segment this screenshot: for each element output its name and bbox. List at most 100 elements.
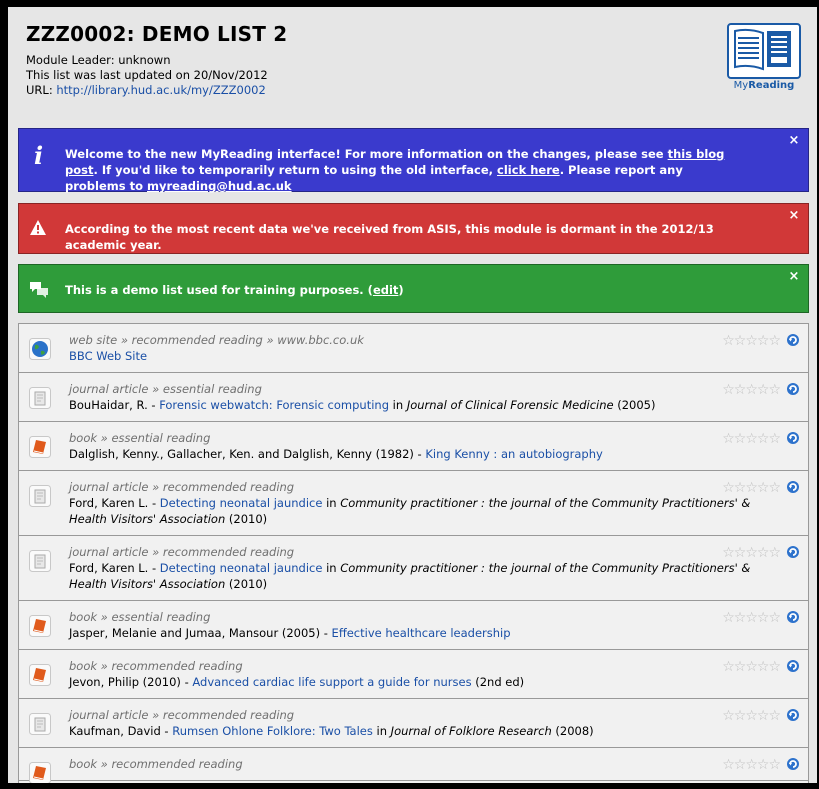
- star-icon[interactable]: ☆: [745, 481, 758, 495]
- star-icon[interactable]: ☆: [722, 481, 735, 495]
- journal-icon: [29, 387, 51, 409]
- star-rating[interactable]: ☆ ☆ ☆ ☆ ☆: [722, 758, 781, 772]
- star-icon[interactable]: ☆: [757, 383, 770, 397]
- star-icon[interactable]: ☆: [757, 546, 770, 560]
- close-icon[interactable]: ×: [788, 134, 800, 147]
- star-icon[interactable]: ☆: [757, 660, 770, 674]
- refresh-icon[interactable]: [786, 708, 800, 722]
- star-icon[interactable]: ☆: [722, 709, 735, 723]
- old-interface-link[interactable]: click here: [497, 163, 560, 177]
- star-icon[interactable]: ☆: [757, 334, 770, 348]
- myreading-logo[interactable]: MyReading: [727, 23, 801, 91]
- star-icon[interactable]: ☆: [745, 758, 758, 772]
- star-icon[interactable]: ☆: [745, 709, 758, 723]
- star-icon[interactable]: ☆: [734, 432, 747, 446]
- refresh-icon[interactable]: [786, 480, 800, 494]
- refresh-icon[interactable]: [786, 333, 800, 347]
- star-icon[interactable]: ☆: [745, 334, 758, 348]
- star-icon[interactable]: ☆: [757, 758, 770, 772]
- page-title: ZZZ0002: DEMO LIST 2: [26, 22, 288, 46]
- refresh-icon[interactable]: [786, 431, 800, 445]
- star-rating[interactable]: ☆ ☆ ☆ ☆ ☆: [722, 383, 781, 397]
- star-rating[interactable]: ☆ ☆ ☆ ☆ ☆: [722, 481, 781, 495]
- star-icon[interactable]: ☆: [768, 334, 781, 348]
- star-icon[interactable]: ☆: [745, 432, 758, 446]
- info-icon: i: [29, 141, 53, 170]
- star-icon[interactable]: ☆: [734, 758, 747, 772]
- item-category: web site » recommended reading » www.bbc…: [69, 333, 364, 347]
- refresh-icon[interactable]: [786, 610, 800, 624]
- journal-icon: [29, 550, 51, 572]
- item-title-link[interactable]: Effective healthcare leadership: [332, 626, 511, 640]
- star-icon[interactable]: ☆: [768, 611, 781, 625]
- refresh-icon[interactable]: [786, 382, 800, 396]
- edit-link[interactable]: edit: [373, 283, 398, 297]
- warning-icon: [29, 219, 47, 240]
- list-item: web site » recommended reading » www.bbc…: [19, 324, 808, 373]
- list-item: journal article » recommended reading Kau…: [19, 699, 808, 748]
- star-icon[interactable]: ☆: [734, 709, 747, 723]
- star-icon[interactable]: ☆: [745, 611, 758, 625]
- item-citation: Jasper, Melanie and Jumaa, Mansour (2005…: [69, 626, 511, 640]
- item-title-link[interactable]: King Kenny : an autobiography: [425, 447, 602, 461]
- star-icon[interactable]: ☆: [722, 660, 735, 674]
- book-icon: [29, 615, 51, 637]
- star-icon[interactable]: ☆: [722, 546, 735, 560]
- star-icon[interactable]: ☆: [768, 546, 781, 560]
- star-rating[interactable]: ☆ ☆ ☆ ☆ ☆: [722, 709, 781, 723]
- star-icon[interactable]: ☆: [722, 334, 735, 348]
- star-icon[interactable]: ☆: [768, 758, 781, 772]
- list-item: book » essential reading Jasper, Melanie …: [19, 601, 808, 650]
- item-citation: Kaufman, David - Rumsen Ohlone Folklore:…: [69, 724, 594, 738]
- refresh-icon[interactable]: [786, 757, 800, 771]
- star-icon[interactable]: ☆: [745, 383, 758, 397]
- refresh-icon[interactable]: [786, 659, 800, 673]
- item-title-link[interactable]: Forensic webwatch: Forensic computing: [159, 398, 389, 412]
- star-rating[interactable]: ☆ ☆ ☆ ☆ ☆: [722, 611, 781, 625]
- star-icon[interactable]: ☆: [757, 611, 770, 625]
- item-title-link[interactable]: Detecting neonatal jaundice: [160, 496, 323, 510]
- note-banner: This is a demo list used for training pu…: [18, 264, 809, 313]
- star-icon[interactable]: ☆: [722, 432, 735, 446]
- star-icon[interactable]: ☆: [768, 709, 781, 723]
- star-icon[interactable]: ☆: [757, 709, 770, 723]
- star-rating[interactable]: ☆ ☆ ☆ ☆ ☆: [722, 334, 781, 348]
- star-rating[interactable]: ☆ ☆ ☆ ☆ ☆: [722, 546, 781, 560]
- star-icon[interactable]: ☆: [768, 481, 781, 495]
- star-icon[interactable]: ☆: [734, 383, 747, 397]
- email-link[interactable]: myreading@hud.ac.uk: [147, 179, 292, 193]
- star-rating[interactable]: ☆ ☆ ☆ ☆ ☆: [722, 432, 781, 446]
- book-logo-icon: [727, 23, 801, 79]
- book-icon: [29, 436, 51, 458]
- star-icon[interactable]: ☆: [745, 660, 758, 674]
- refresh-icon[interactable]: [786, 545, 800, 559]
- star-icon[interactable]: ☆: [768, 660, 781, 674]
- star-icon[interactable]: ☆: [734, 334, 747, 348]
- star-icon[interactable]: ☆: [757, 481, 770, 495]
- item-citation: BouHaidar, R. - Forensic webwatch: Foren…: [69, 398, 656, 412]
- list-url: URL: http://library.hud.ac.uk/my/ZZZ0002: [26, 83, 266, 97]
- star-icon[interactable]: ☆: [768, 383, 781, 397]
- star-icon[interactable]: ☆: [722, 383, 735, 397]
- star-icon[interactable]: ☆: [768, 432, 781, 446]
- star-icon[interactable]: ☆: [734, 481, 747, 495]
- item-title-link[interactable]: Detecting neonatal jaundice: [160, 561, 323, 575]
- star-rating[interactable]: ☆ ☆ ☆ ☆ ☆: [722, 660, 781, 674]
- star-icon[interactable]: ☆: [722, 758, 735, 772]
- item-title-link[interactable]: BBC Web Site: [69, 349, 147, 363]
- star-icon[interactable]: ☆: [734, 611, 747, 625]
- svg-text:i: i: [34, 143, 43, 167]
- star-icon[interactable]: ☆: [734, 546, 747, 560]
- info-banner-text: Welcome to the new MyReading interface! …: [65, 147, 725, 193]
- item-citation: Ford, Karen L. - Detecting neonatal jaun…: [69, 561, 751, 591]
- item-title-link[interactable]: Advanced cardiac life support a guide fo…: [192, 675, 471, 689]
- list-url-link[interactable]: http://library.hud.ac.uk/my/ZZZ0002: [56, 83, 265, 97]
- close-icon[interactable]: ×: [788, 270, 800, 283]
- close-icon[interactable]: ×: [788, 209, 800, 222]
- star-icon[interactable]: ☆: [757, 432, 770, 446]
- item-title-link[interactable]: Rumsen Ohlone Folklore: Two Tales: [172, 724, 373, 738]
- star-icon[interactable]: ☆: [734, 660, 747, 674]
- star-icon[interactable]: ☆: [745, 546, 758, 560]
- list-item: book » recommended reading ☆ ☆ ☆ ☆ ☆: [19, 748, 808, 783]
- star-icon[interactable]: ☆: [722, 611, 735, 625]
